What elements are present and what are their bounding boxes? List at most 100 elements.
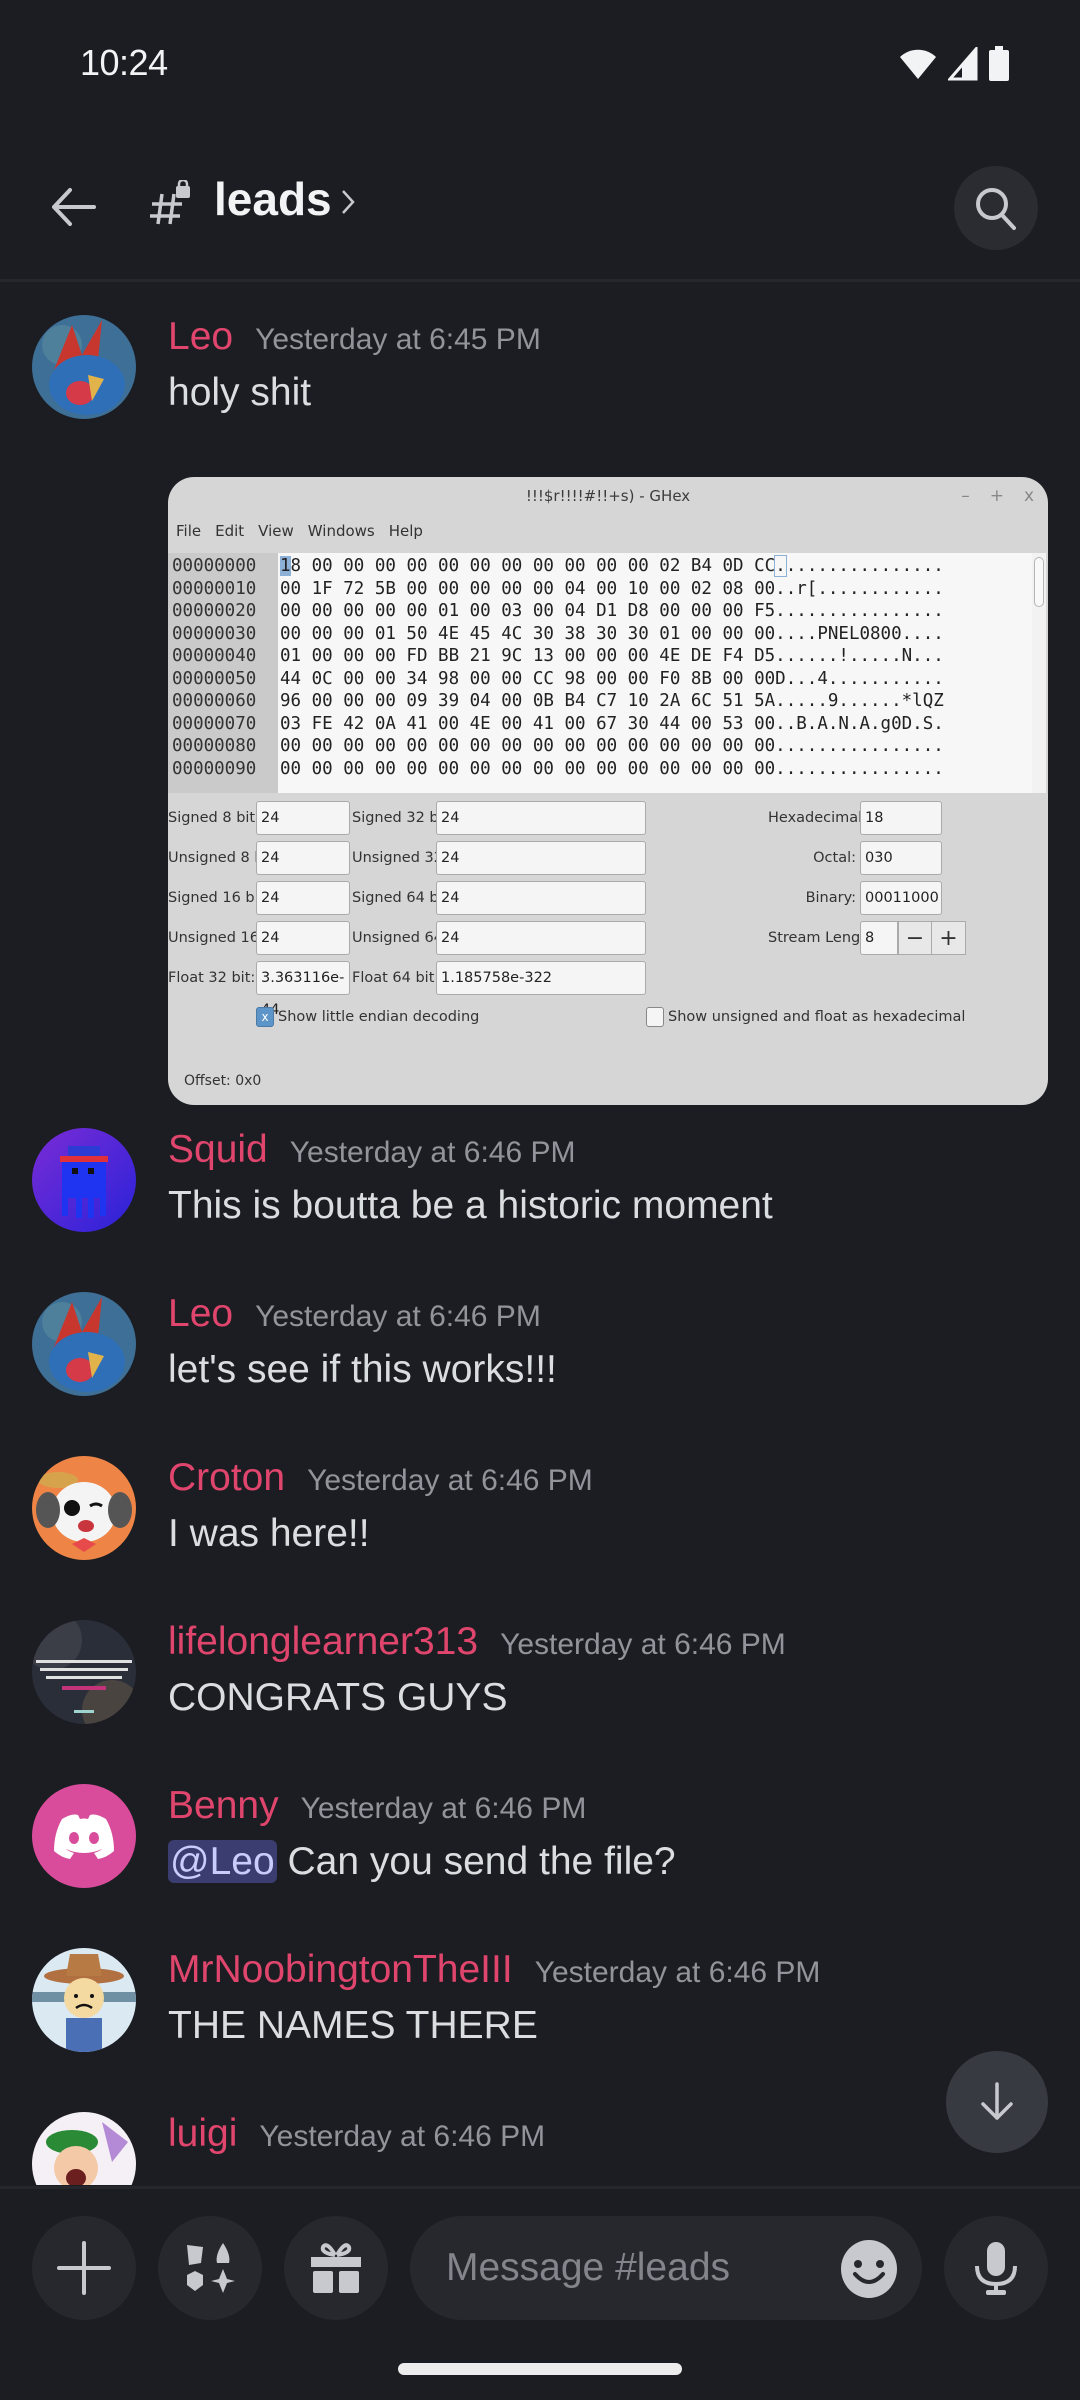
ghex-titlebar: !!!$r!!!!#!!+s) - GHex – + x [168,477,1048,513]
message-input[interactable] [446,2238,826,2298]
user-mention[interactable]: @Leo [168,1840,277,1883]
chevron-right-icon[interactable] [340,188,356,216]
field-label: Unsigned 8 bit: [168,850,279,866]
username[interactable]: Croton [168,1456,285,1500]
field-value: 24 [436,921,646,955]
status-time: 10:24 [80,42,168,83]
channel-name[interactable]: leads [214,172,332,226]
field-signed-64: Signed 64 bit: 24 [352,881,646,915]
avatar[interactable] [32,1948,136,2052]
image-attachment-ghex[interactable]: !!!$r!!!!#!!+s) - GHex – + x File Edit V… [168,477,1048,1105]
message-header: luigi Yesterday at 6:46 PM [168,2112,545,2156]
field-unsigned-32: Unsigned 32 bit: 24 [352,841,646,875]
hex-row-offset: 00000080 [172,736,257,756]
avatar-feraligatr-image [32,1292,136,1396]
avatar[interactable] [32,2112,136,2185]
avatar[interactable] [32,1128,136,1232]
hex-row: 01 00 00 00 FD BB 21 9C 13 00 00 00 4E D… [280,646,944,666]
channel-header: leads [0,130,1080,282]
field-label: Float 32 bit: [168,970,256,986]
hex-row: 03 FE 42 0A 41 00 4E 00 41 00 67 30 44 0… [280,713,944,734]
maximize-icon: + [989,486,1004,506]
username[interactable]: MrNoobingtonTheIII [168,1948,513,1992]
username[interactable]: Squid [168,1128,268,1172]
ghex-window-buttons: – + x [961,477,1034,515]
hex-row-offset: 00000040 [172,646,257,666]
search-button[interactable] [954,166,1038,250]
hex-row-offset: 00000000 [172,556,257,576]
hex-row-offset: 00000090 [172,758,257,779]
ghex-menu-help: Help [388,522,423,540]
locked-hash-icon [150,180,190,225]
apps-button[interactable] [158,2216,262,2320]
attach-button[interactable] [32,2216,136,2320]
message-header: MrNoobingtonTheIII Yesterday at 6:46 PM [168,1948,820,1992]
field-value: 24 [436,801,646,835]
message-text: THE NAMES THERE [168,2004,538,2047]
ghex-menu-edit: Edit [215,522,245,540]
timestamp: Yesterday at 6:46 PM [255,1300,541,1333]
field-unsigned-16: Unsigned 16 bit: 24 [168,921,350,955]
ghex-window-title: !!!$r!!!!#!!+s) - GHex [525,487,691,505]
avatar[interactable] [32,1620,136,1724]
ascii-cursor: . [774,555,787,577]
gift-button[interactable] [284,2216,388,2320]
field-value: 24 [256,801,350,835]
timestamp: Yesterday at 6:46 PM [534,1956,821,1989]
wifi-icon [900,49,936,79]
ghex-data-converter: Signed 8 bit: 24 Unsigned 8 bit: 24 Sign… [168,801,1048,1018]
field-value: 00011000 [860,881,942,915]
message-composer [0,2186,1080,2321]
username[interactable]: Leo [168,1292,233,1336]
field-label: Signed 64 bit: [352,890,454,906]
ghex-offset-column: 00000000 00000010 00000020 00000030 00000040… [168,553,278,793]
avatar[interactable] [32,1292,136,1396]
arrow-down-icon [981,2082,1013,2120]
username[interactable]: lifelonglearner313 [168,1620,478,1664]
jump-to-present-button[interactable] [946,2051,1048,2153]
field-signed-8: Signed 8 bit: 24 [168,801,350,835]
signal-icon [948,47,978,81]
hex-row: 00 00 00 00 00 00 00 00 00 00 00 00 00 0… [280,758,944,779]
voice-message-button[interactable] [944,2216,1048,2320]
hex-row-offset: 00000020 [172,601,257,621]
ghex-menu-view: View [258,522,294,540]
message-header: lifelonglearner313 Yesterday at 6:46 PM [168,1620,786,1664]
message-text: holy shit [168,371,312,414]
gift-icon [311,2243,361,2293]
hex-row-offset: 00000010 [172,578,257,599]
field-float-32: Float 32 bit: 3.363116e-44 [168,961,350,1018]
discord-logo-icon [54,1814,114,1859]
username[interactable]: Benny [168,1784,279,1828]
field-binary: Binary: 00011000 [768,881,942,915]
checkbox-little-endian: x Show little endian decoding [256,1007,479,1027]
field-label: Binary: [805,890,856,906]
avatar[interactable] [32,1456,136,1560]
back-button[interactable] [40,174,106,240]
avatar-cowboy-image [32,1948,136,2052]
avatar-feraligatr-image [32,315,136,419]
avatar[interactable] [32,315,136,419]
home-indicator[interactable] [398,2363,682,2375]
message-text: I was here!! [168,1512,370,1555]
avatar-squid-image [32,1128,136,1232]
hex-row: 44 0C 00 00 34 98 00 00 CC 98 00 00 F0 8… [280,668,944,689]
username[interactable]: Leo [168,315,233,359]
username[interactable]: luigi [168,2112,237,2156]
apps-icon [187,2243,235,2293]
field-label: Float 64 bit: [352,970,440,986]
minimize-icon: – [961,486,970,506]
emoji-icon[interactable] [840,2240,898,2298]
avatar[interactable] [32,1784,136,1888]
field-value: 3.363116e-44 [256,961,350,1018]
stepper-minus: − [898,921,932,955]
hex-row-offset: 00000050 [172,668,257,689]
field-float-64: Float 64 bit: 1.185758e-322 [352,961,646,995]
hex-row: 00 1F 72 5B 00 00 00 00 00 04 00 10 00 0… [280,578,944,599]
field-value: 1.185758e-322 [436,961,646,995]
checkbox-label: Show little endian decoding [278,1009,480,1025]
message-list[interactable]: Leo Yesterday at 6:45 PM holy shit !!!$r… [0,285,1080,2185]
field-label: Hexadecimal: [768,810,868,826]
avatar-luigi-image [32,2112,136,2185]
plus-icon [57,2241,111,2295]
